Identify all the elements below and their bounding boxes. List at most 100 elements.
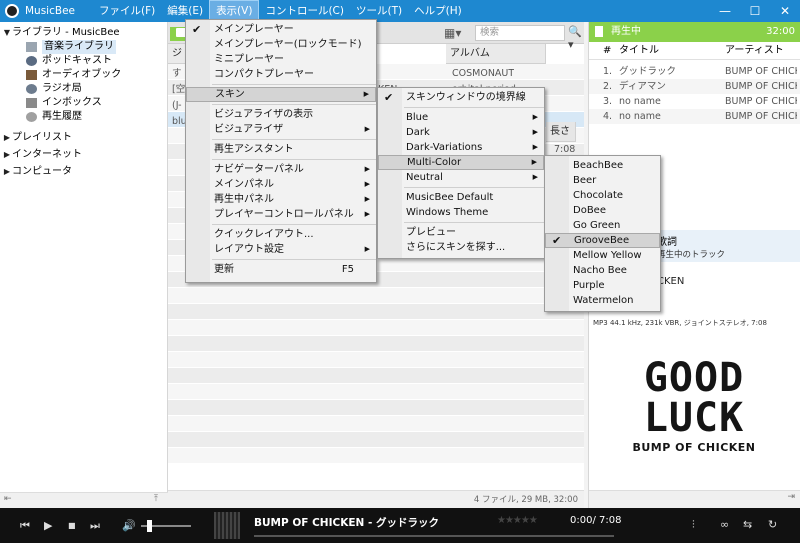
menu-quick-layout[interactable]: クイックレイアウト...: [186, 227, 376, 242]
menu-show-visualizer[interactable]: ビジュアライザの表示: [186, 107, 376, 122]
menu-skin-beachbee[interactable]: BeachBee: [545, 158, 660, 173]
previous-icon[interactable]: ⏮: [20, 519, 30, 533]
menu-skin-find-more[interactable]: さらにスキンを探す...: [378, 240, 544, 255]
tree-library[interactable]: ▼ ライブラリ - MusicBee: [0, 26, 167, 40]
column-title[interactable]: タイトル: [619, 42, 659, 60]
menu-file[interactable]: ファイル(F): [93, 0, 161, 22]
sidebar-item-podcast[interactable]: ポッドキャスト: [0, 54, 167, 68]
autodj-icon[interactable]: ∞: [720, 518, 729, 531]
repeat-icon[interactable]: ↻: [768, 518, 777, 531]
list-item[interactable]: [168, 368, 584, 384]
menu-skin-dark-variations[interactable]: Dark-Variations ▶: [378, 140, 544, 155]
menu-skin-watermelon[interactable]: Watermelon: [545, 293, 660, 308]
next-icon[interactable]: ⏭: [90, 519, 100, 533]
upload-icon[interactable]: ⤒: [154, 494, 158, 504]
minimize-icon[interactable]: —: [710, 0, 740, 22]
play-icon[interactable]: ▶: [44, 519, 52, 532]
menu-skin-windows[interactable]: Windows Theme: [378, 205, 544, 220]
menu-visualizer[interactable]: ビジュアライザ ▶: [186, 122, 376, 137]
menu-player-control-panel[interactable]: プレイヤーコントロールパネル ▶: [186, 207, 376, 222]
menu-skin-blue[interactable]: Blue ▶: [378, 110, 544, 125]
queue-row[interactable]: 3. no name BUMP OF CHICKEN: [589, 94, 800, 109]
menu-main-panel[interactable]: メインパネル ▶: [186, 177, 376, 192]
menu-navigator-panel[interactable]: ナビゲーターパネル ▶: [186, 162, 376, 177]
menu-mini-player[interactable]: ミニプレーヤー: [186, 52, 376, 67]
collapse-right-icon[interactable]: ⇥: [787, 492, 795, 502]
tree-computer[interactable]: ▶ コンピュータ: [0, 163, 167, 180]
list-item[interactable]: [168, 304, 584, 320]
queue-artist: BUMP OF CHICKEN: [725, 111, 797, 122]
menu-skin-groovebee[interactable]: ✔ GrooveBee: [545, 233, 660, 248]
menu-skin-nacho-bee[interactable]: Nacho Bee: [545, 263, 660, 278]
collapse-left-icon[interactable]: ⇤: [4, 494, 12, 504]
tree-internet[interactable]: ▶ インターネット: [0, 146, 167, 163]
menu-now-playing-panel[interactable]: 再生中パネル ▶: [186, 192, 376, 207]
audiobook-icon: [26, 70, 37, 80]
close-icon[interactable]: ✕: [770, 0, 800, 22]
equalizer-icon[interactable]: ⫶: [692, 518, 695, 532]
queue-row[interactable]: 2. ディアマン BUMP OF CHICKEN: [589, 79, 800, 94]
menu-skin-neutral[interactable]: Neutral ▶: [378, 170, 544, 185]
menu-skin[interactable]: スキン ▶: [186, 87, 376, 102]
menu-playback-assistant[interactable]: 再生アシスタント: [186, 142, 376, 157]
menu-skin-default[interactable]: MusicBee Default: [378, 190, 544, 205]
stop-icon[interactable]: ■: [68, 521, 76, 530]
shuffle-icon[interactable]: ⇆: [743, 518, 752, 531]
cover-text-good: GOOD: [643, 355, 745, 401]
menu-compact-player[interactable]: コンパクトプレーヤー: [186, 67, 376, 82]
music-library-icon: [26, 42, 37, 52]
tab-current-track[interactable]: 再生中のトラック: [657, 248, 725, 260]
list-item[interactable]: [168, 320, 584, 336]
title-bar: MusicBee ファイル(F) 編集(E) 表示(V) コントロール(C) ツ…: [0, 0, 800, 22]
list-item[interactable]: [168, 432, 584, 448]
queue-row[interactable]: 4. no name BUMP OF CHICKEN: [589, 109, 800, 124]
column-number[interactable]: #: [603, 42, 611, 60]
column-length[interactable]: 長さ: [546, 122, 576, 142]
maximize-icon[interactable]: ☐: [740, 0, 770, 22]
list-item[interactable]: [168, 336, 584, 352]
now-playing-duration: 32:00: [766, 26, 795, 37]
sidebar-item-inbox[interactable]: インボックス: [0, 96, 167, 110]
progress-bar[interactable]: [254, 535, 614, 537]
menu-refresh[interactable]: 更新 F5: [186, 262, 376, 277]
menu-skin-purple[interactable]: Purple: [545, 278, 660, 293]
search-input[interactable]: 検索: [475, 25, 565, 41]
menu-skin-dobee[interactable]: DoBee: [545, 203, 660, 218]
menu-main-player[interactable]: ✔ メインプレーヤー: [186, 22, 376, 37]
queue-artist: BUMP OF CHICKEN: [725, 81, 797, 92]
sidebar-item-audiobook[interactable]: オーディオブック: [0, 68, 167, 82]
list-item[interactable]: [168, 416, 584, 432]
menu-skin-dark[interactable]: Dark ▶: [378, 125, 544, 140]
menu-skin-go-green[interactable]: Go Green: [545, 218, 660, 233]
menu-main-player-locked[interactable]: メインプレーヤー(ロックモード): [186, 37, 376, 52]
list-item[interactable]: [168, 288, 584, 304]
menu-help[interactable]: ヘルプ(H): [408, 0, 468, 22]
list-item[interactable]: [168, 384, 584, 400]
sidebar-item-history[interactable]: 再生履歴: [0, 110, 167, 124]
column-album[interactable]: アルバム: [446, 44, 546, 64]
document-icon: [595, 26, 603, 37]
sidebar-item-music[interactable]: 音楽ライブラリ: [0, 40, 167, 54]
search-icon[interactable]: 🔍▾: [568, 25, 584, 51]
column-artist[interactable]: アーティスト: [725, 42, 784, 60]
list-item[interactable]: [168, 448, 584, 464]
menu-skin-chocolate[interactable]: Chocolate: [545, 188, 660, 203]
menu-skin-multi-color[interactable]: Multi-Color ▶: [378, 155, 544, 170]
volume-handle[interactable]: [147, 520, 152, 532]
history-icon: [26, 112, 37, 122]
sidebar-item-radio[interactable]: ラジオ局: [0, 82, 167, 96]
menu-skin-border[interactable]: ✔ スキンウィンドウの境界線: [378, 90, 544, 105]
tree-playlists[interactable]: ▶ プレイリスト: [0, 129, 167, 146]
tree-label: インターネット: [12, 148, 82, 160]
list-item[interactable]: [168, 352, 584, 368]
menu-skin-mellow-yellow[interactable]: Mellow Yellow: [545, 248, 660, 263]
submenu-arrow-icon: ▶: [364, 210, 370, 218]
menu-skin-beer[interactable]: Beer: [545, 173, 660, 188]
menu-layout-settings[interactable]: レイアウト設定 ▶: [186, 242, 376, 257]
volume-icon[interactable]: 🔊: [122, 519, 136, 532]
queue-row[interactable]: 1. グッドラック BUMP OF CHICKEN: [589, 64, 800, 79]
list-item[interactable]: [168, 400, 584, 416]
view-mode-icon[interactable]: ▦▾: [444, 26, 462, 40]
rating-stars[interactable]: ★★★★★: [497, 515, 538, 526]
menu-skin-preview[interactable]: プレビュー: [378, 225, 544, 240]
